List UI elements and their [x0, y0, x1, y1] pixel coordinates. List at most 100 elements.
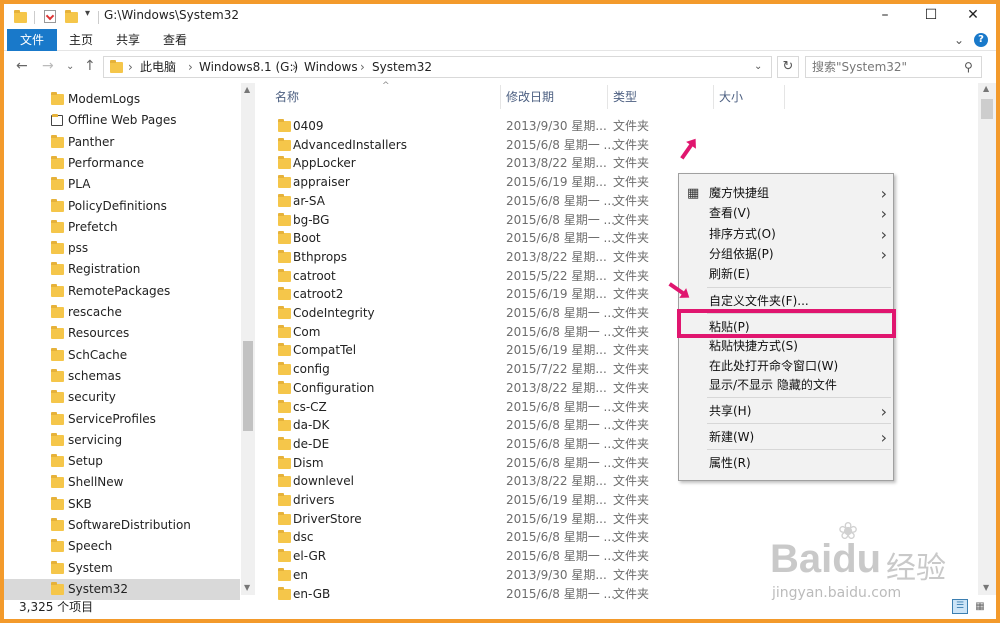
column-divider[interactable] — [713, 85, 714, 109]
scroll-up-icon[interactable]: ▲ — [983, 84, 989, 93]
nav-item[interactable]: Registration — [4, 259, 240, 280]
content-scroll-thumb[interactable] — [981, 99, 993, 119]
file-row[interactable]: drivers 2015/6/19 星期... 文件夹 — [266, 491, 686, 510]
forward-icon[interactable]: → — [42, 58, 54, 74]
close-button[interactable]: ✕ — [950, 4, 996, 29]
scroll-up-icon[interactable]: ▲ — [244, 85, 250, 94]
breadcrumb-chevron-icon[interactable]: › — [128, 57, 133, 77]
file-row[interactable]: dsc 2015/6/8 星期一 ... 文件夹 — [266, 528, 686, 547]
maximize-button[interactable]: ☐ — [908, 4, 954, 29]
nav-item[interactable]: Speech — [4, 536, 240, 557]
menu-item[interactable]: 新建(W) › — [679, 427, 893, 448]
nav-item[interactable]: Prefetch — [4, 217, 240, 238]
nav-item[interactable]: Performance — [4, 153, 240, 174]
address-bar[interactable]: › 此电脑 › Windows8.1 (G:) › Windows › Syst… — [103, 56, 772, 78]
breadcrumb-chevron-icon[interactable]: › — [292, 57, 297, 77]
customize-qat-icon[interactable]: ▾ — [85, 8, 90, 19]
file-row[interactable]: AppLocker 2013/8/22 星期... 文件夹 — [266, 154, 686, 173]
menu-item[interactable]: 属性(R) — [679, 453, 893, 474]
breadcrumb-drive[interactable]: Windows8.1 (G:) — [199, 57, 298, 77]
file-row[interactable]: el-GR 2015/6/8 星期一 ... 文件夹 — [266, 547, 686, 566]
expand-ribbon-icon[interactable]: ⌄ — [954, 29, 964, 51]
menu-item[interactable]: 刷新(E) — [679, 264, 893, 285]
breadcrumb-system32[interactable]: System32 — [372, 57, 432, 77]
breadcrumb-this-pc[interactable]: 此电脑 — [140, 57, 176, 77]
nav-scroll-thumb[interactable] — [243, 341, 253, 431]
address-dropdown-icon[interactable]: ⌄ — [754, 57, 762, 77]
file-row[interactable]: bg-BG 2015/6/8 星期一 ... 文件夹 — [266, 211, 686, 230]
nav-item[interactable]: security — [4, 387, 240, 408]
file-row[interactable]: da-DK 2015/6/8 星期一 ... 文件夹 — [266, 416, 686, 435]
file-row[interactable]: DriverStore 2015/6/19 星期... 文件夹 — [266, 510, 686, 529]
file-row[interactable]: catroot 2015/5/22 星期... 文件夹 — [266, 267, 686, 286]
menu-item[interactable]: 显示/不显示 隐藏的文件 — [679, 375, 893, 396]
file-row[interactable]: en 2013/9/30 星期... 文件夹 — [266, 566, 686, 585]
breadcrumb-chevron-icon[interactable]: › — [188, 57, 193, 77]
up-icon[interactable]: ↑ — [84, 58, 96, 74]
nav-item[interactable]: pss — [4, 238, 240, 259]
file-row[interactable]: ar-SA 2015/6/8 星期一 ... 文件夹 — [266, 192, 686, 211]
tab-file[interactable]: 文件 — [7, 29, 57, 51]
nav-item[interactable]: Resources — [4, 323, 240, 344]
column-divider[interactable] — [784, 85, 785, 109]
column-header-date[interactable]: 修改日期 — [506, 83, 554, 111]
nav-item[interactable]: Setup — [4, 451, 240, 472]
menu-item[interactable]: ▦ 魔方快捷组 › — [679, 183, 893, 204]
file-row[interactable]: CompatTel 2015/6/19 星期... 文件夹 — [266, 341, 686, 360]
file-row[interactable]: CodeIntegrity 2015/6/8 星期一 ... 文件夹 — [266, 304, 686, 323]
menu-item[interactable]: 分组依据(P) › — [679, 244, 893, 265]
nav-item[interactable]: RemotePackages — [4, 281, 240, 302]
menu-item[interactable]: 查看(V) › — [679, 203, 893, 224]
file-row[interactable]: 0409 2013/9/30 星期... 文件夹 — [266, 117, 686, 136]
refresh-icon[interactable]: ↻ — [777, 56, 799, 78]
scroll-down-icon[interactable]: ▼ — [244, 583, 250, 592]
nav-item[interactable]: SoftwareDistribution — [4, 515, 240, 536]
tab-home[interactable]: 主页 — [69, 29, 93, 51]
nav-item[interactable]: schemas — [4, 366, 240, 387]
help-icon[interactable]: ? — [974, 33, 988, 47]
file-row[interactable]: Dism 2015/6/8 星期一 ... 文件夹 — [266, 454, 686, 473]
new-folder-icon[interactable] — [65, 10, 78, 23]
search-input[interactable]: 搜索"System32" ⚲ — [805, 56, 982, 78]
nav-item[interactable]: PolicyDefinitions — [4, 196, 240, 217]
file-row[interactable]: downlevel 2013/8/22 星期... 文件夹 — [266, 472, 686, 491]
nav-item[interactable]: SKB — [4, 494, 240, 515]
nav-item[interactable]: SchCache — [4, 345, 240, 366]
file-row[interactable]: Boot 2015/6/8 星期一 ... 文件夹 — [266, 229, 686, 248]
column-divider[interactable] — [607, 85, 608, 109]
file-row[interactable]: config 2015/7/22 星期... 文件夹 — [266, 360, 686, 379]
recent-locations-icon[interactable]: ⌄ — [66, 61, 74, 72]
nav-scrollbar[interactable]: ▲ ▼ — [241, 83, 255, 595]
minimize-button[interactable]: – — [862, 4, 908, 29]
file-row[interactable]: Bthprops 2013/8/22 星期... 文件夹 — [266, 248, 686, 267]
back-icon[interactable]: ← — [16, 58, 28, 74]
column-header-name[interactable]: 名称 — [275, 83, 299, 111]
menu-item[interactable]: 粘贴快捷方式(S) — [679, 336, 893, 357]
tab-view[interactable]: 查看 — [163, 29, 187, 51]
nav-item[interactable]: ShellNew — [4, 472, 240, 493]
file-row[interactable]: catroot2 2015/6/19 星期... 文件夹 — [266, 285, 686, 304]
menu-item[interactable]: 共享(H) › — [679, 401, 893, 422]
nav-item[interactable]: Panther — [4, 132, 240, 153]
nav-item[interactable]: Offline Web Pages — [4, 110, 240, 131]
nav-item[interactable]: System — [4, 558, 240, 579]
nav-item[interactable]: servicing — [4, 430, 240, 451]
tab-share[interactable]: 共享 — [116, 29, 140, 51]
file-row[interactable]: Configuration 2013/8/22 星期... 文件夹 — [266, 379, 686, 398]
search-icon[interactable]: ⚲ — [964, 57, 973, 77]
nav-item[interactable]: rescache — [4, 302, 240, 323]
properties-icon[interactable] — [44, 10, 56, 23]
file-row[interactable]: Com 2015/6/8 星期一 ... 文件夹 — [266, 323, 686, 342]
column-header-type[interactable]: 类型 — [613, 83, 637, 111]
column-divider[interactable] — [500, 85, 501, 109]
file-row[interactable]: AdvancedInstallers 2015/6/8 星期一 ... 文件夹 — [266, 136, 686, 155]
file-row[interactable]: de-DE 2015/6/8 星期一 ... 文件夹 — [266, 435, 686, 454]
menu-item[interactable]: 在此处打开命令窗口(W) — [679, 356, 893, 377]
menu-item[interactable]: 排序方式(O) › — [679, 224, 893, 245]
file-row[interactable]: appraiser 2015/6/19 星期... 文件夹 — [266, 173, 686, 192]
nav-item[interactable]: ModemLogs — [4, 89, 240, 110]
nav-item[interactable]: PLA — [4, 174, 240, 195]
column-header-size[interactable]: 大小 — [719, 83, 743, 111]
file-row[interactable]: cs-CZ 2015/6/8 星期一 ... 文件夹 — [266, 398, 686, 417]
breadcrumb-windows[interactable]: Windows — [304, 57, 358, 77]
